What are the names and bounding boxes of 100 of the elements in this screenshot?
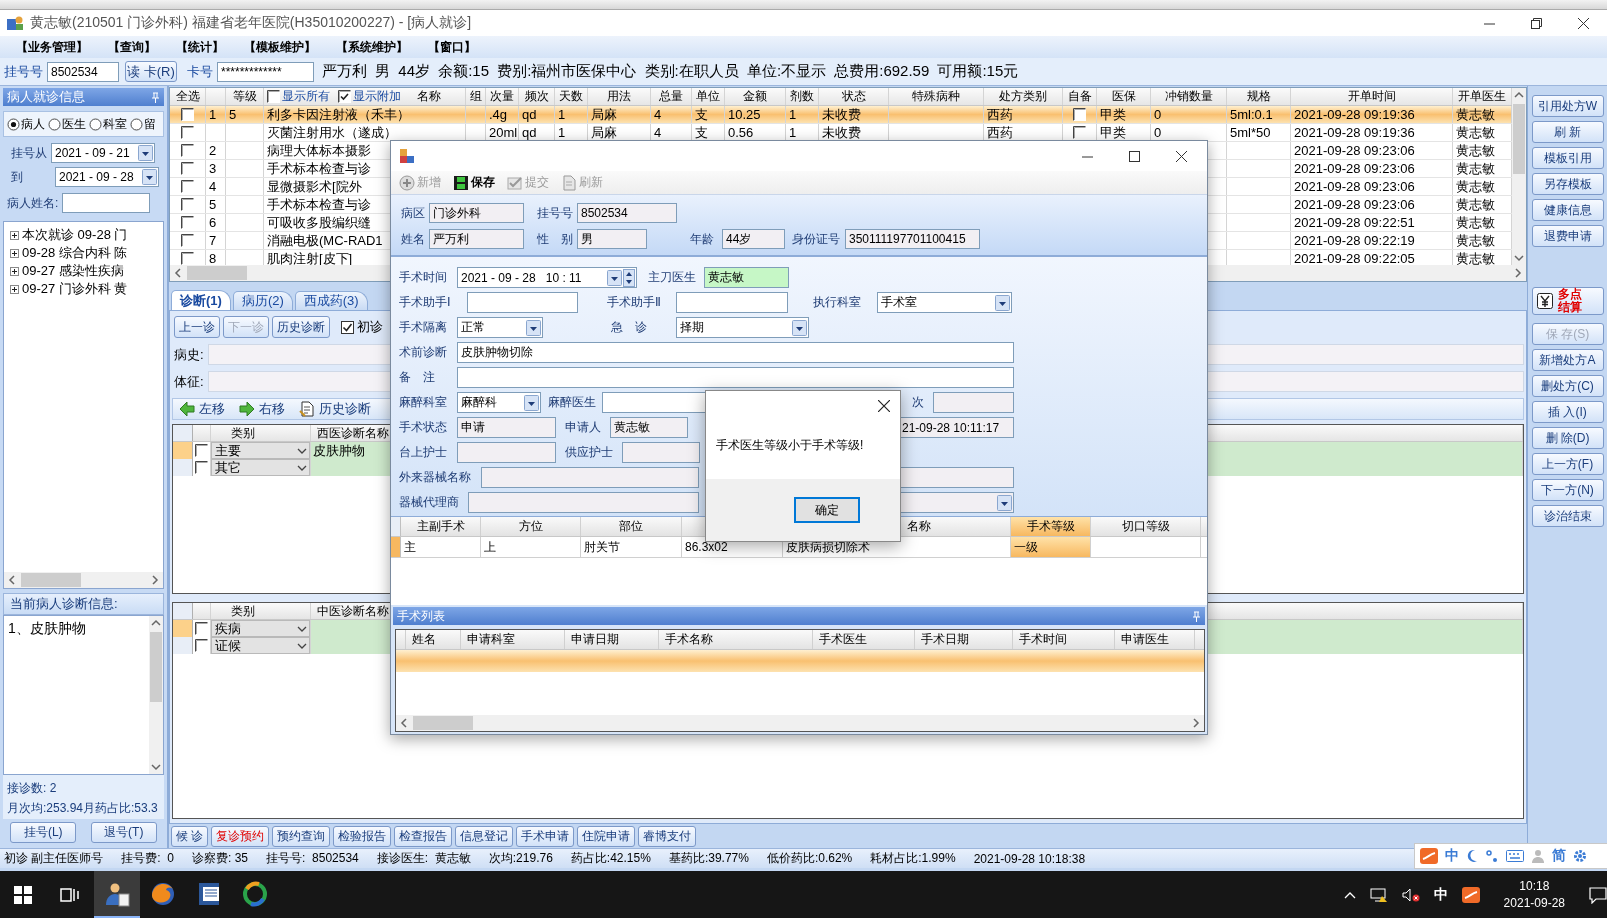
menu-item[interactable]: 【统计】 xyxy=(176,38,224,56)
side-button[interactable]: 新增处方A xyxy=(1531,349,1604,371)
close-icon[interactable] xyxy=(1578,17,1589,29)
checkbox[interactable] xyxy=(195,639,208,652)
side-button[interactable]: 模板引用 xyxy=(1531,147,1604,169)
radio-button[interactable] xyxy=(130,117,143,131)
taskbar-button[interactable] xyxy=(94,871,140,918)
network-icon[interactable] xyxy=(1369,886,1388,903)
speaker-muted-icon[interactable] xyxy=(1401,886,1420,903)
text-field[interactable] xyxy=(468,492,699,513)
dropdown-field[interactable]: 正常 xyxy=(457,317,543,338)
checkbox[interactable] xyxy=(195,444,208,457)
scrollbar[interactable] xyxy=(396,715,1204,731)
checkbox[interactable] xyxy=(181,108,194,121)
maximize-icon[interactable] xyxy=(1129,150,1140,162)
side-button[interactable]: 插 入(I) xyxy=(1531,401,1604,423)
text-field[interactable]: 申请 xyxy=(457,417,556,438)
menu-item[interactable]: 【查询】 xyxy=(108,38,156,56)
action-button[interactable]: 候 诊 xyxy=(171,825,209,847)
windows-icon[interactable] xyxy=(14,885,32,904)
dropdown-field[interactable]: 主要 xyxy=(211,442,310,459)
radio-button[interactable] xyxy=(89,117,102,131)
side-button[interactable]: 健康信息 xyxy=(1531,199,1604,221)
action-button[interactable]: 预约查询 xyxy=(272,825,331,847)
chevron-up-icon[interactable] xyxy=(1343,890,1356,899)
checkbox[interactable] xyxy=(181,144,194,157)
text-field[interactable] xyxy=(622,442,700,463)
tab[interactable]: 病历(2) xyxy=(232,291,293,310)
checkbox[interactable] xyxy=(181,180,194,193)
ime-logo-icon[interactable] xyxy=(1461,886,1480,903)
text-field[interactable] xyxy=(467,292,578,313)
radio-button[interactable] xyxy=(7,117,20,131)
ime-script[interactable]: 简 xyxy=(1552,847,1566,865)
moon-icon[interactable] xyxy=(1466,849,1478,863)
close-icon[interactable] xyxy=(1176,150,1187,162)
side-button[interactable]: 删处方(C) xyxy=(1531,375,1604,397)
expand-icon[interactable] xyxy=(10,230,19,240)
gear-icon[interactable] xyxy=(1573,849,1587,863)
checkbox[interactable] xyxy=(267,90,280,103)
keyboard-icon[interactable] xyxy=(1506,850,1524,862)
tab[interactable]: 诊断(1) xyxy=(171,290,231,310)
text-field[interactable]: 8502534 xyxy=(47,61,119,82)
date-field[interactable]: 2021 - 09 - 28 xyxy=(55,167,159,187)
toolbar-button[interactable]: 左移 xyxy=(179,400,225,418)
action-button[interactable]: 住院申请 xyxy=(577,825,636,847)
side-button[interactable]: 引用处方W xyxy=(1531,95,1604,117)
settle-button[interactable]: 多点结算 xyxy=(1531,287,1604,315)
scroll-thumb[interactable] xyxy=(187,266,247,280)
clock-date[interactable]: 2021-09-28 xyxy=(1503,894,1565,912)
ok-button[interactable]: 确定 xyxy=(794,497,860,523)
tree-item[interactable]: 本次就诊 09-28 门 xyxy=(22,226,128,244)
text-field[interactable] xyxy=(933,392,1014,413)
ime-mode[interactable]: 中 xyxy=(1445,847,1459,865)
scrollbar[interactable] xyxy=(149,616,163,774)
task-view-icon[interactable] xyxy=(60,886,80,903)
dropdown-field[interactable] xyxy=(900,492,1014,513)
text-field[interactable] xyxy=(481,467,699,488)
checkbox[interactable] xyxy=(341,320,354,334)
close-icon[interactable] xyxy=(878,400,890,412)
scrollbar[interactable] xyxy=(4,572,163,588)
nav-button[interactable]: 历史诊断 xyxy=(272,316,330,338)
radio-button[interactable] xyxy=(48,117,61,131)
toolbar-button[interactable]: 右移 xyxy=(239,400,285,418)
expand-icon[interactable] xyxy=(10,248,19,258)
dropdown-field[interactable]: 证候 xyxy=(211,637,310,654)
menu-item[interactable]: 【模板维护】 xyxy=(244,38,316,56)
text-field[interactable] xyxy=(900,467,1014,488)
text-field[interactable] xyxy=(457,367,1014,388)
side-button[interactable]: 下一方(N) xyxy=(1531,479,1604,501)
checkbox[interactable] xyxy=(1073,108,1086,121)
read-card-button[interactable]: 读 卡(R) xyxy=(125,61,177,82)
date-field[interactable]: 2021 - 09 - 21 xyxy=(51,143,155,163)
text-field[interactable] xyxy=(62,193,151,213)
checkbox[interactable] xyxy=(181,162,194,175)
action-button[interactable]: 退号(T) xyxy=(90,822,157,843)
checkbox[interactable] xyxy=(181,234,194,247)
text-field[interactable]: ************* xyxy=(217,61,314,82)
checkbox[interactable] xyxy=(181,216,194,229)
ime-indicator[interactable]: 中 xyxy=(1433,885,1448,904)
text-field[interactable] xyxy=(457,442,556,463)
action-button[interactable]: 复诊预约 xyxy=(211,825,270,847)
action-button[interactable]: 睿博支付 xyxy=(638,825,697,847)
expand-icon[interactable] xyxy=(10,284,19,294)
checkbox[interactable] xyxy=(1073,126,1086,139)
tree-item[interactable]: 09-28 综合内科 陈 xyxy=(22,244,128,262)
menu-item[interactable]: 【系统维护】 xyxy=(336,38,408,56)
dropdown-field[interactable]: 手术室 xyxy=(877,292,1012,313)
side-button[interactable]: 删 除(D) xyxy=(1531,427,1604,449)
notification-icon[interactable] xyxy=(1589,885,1607,904)
restore-icon[interactable] xyxy=(1531,17,1542,29)
scroll-thumb[interactable] xyxy=(413,716,473,730)
toolbar-button[interactable]: 历史诊断 xyxy=(299,400,371,418)
text-field[interactable]: 黄志敏 xyxy=(704,267,789,288)
side-button[interactable]: 退费申请 xyxy=(1531,225,1604,247)
side-button[interactable]: 上一方(F) xyxy=(1531,453,1604,475)
checkbox[interactable] xyxy=(195,622,208,635)
checkbox[interactable] xyxy=(181,198,194,211)
text-field[interactable]: 21-09-28 10:11:17 xyxy=(898,417,1014,438)
menu-item[interactable]: 【窗口】 xyxy=(428,38,476,56)
checkbox[interactable] xyxy=(181,126,194,139)
